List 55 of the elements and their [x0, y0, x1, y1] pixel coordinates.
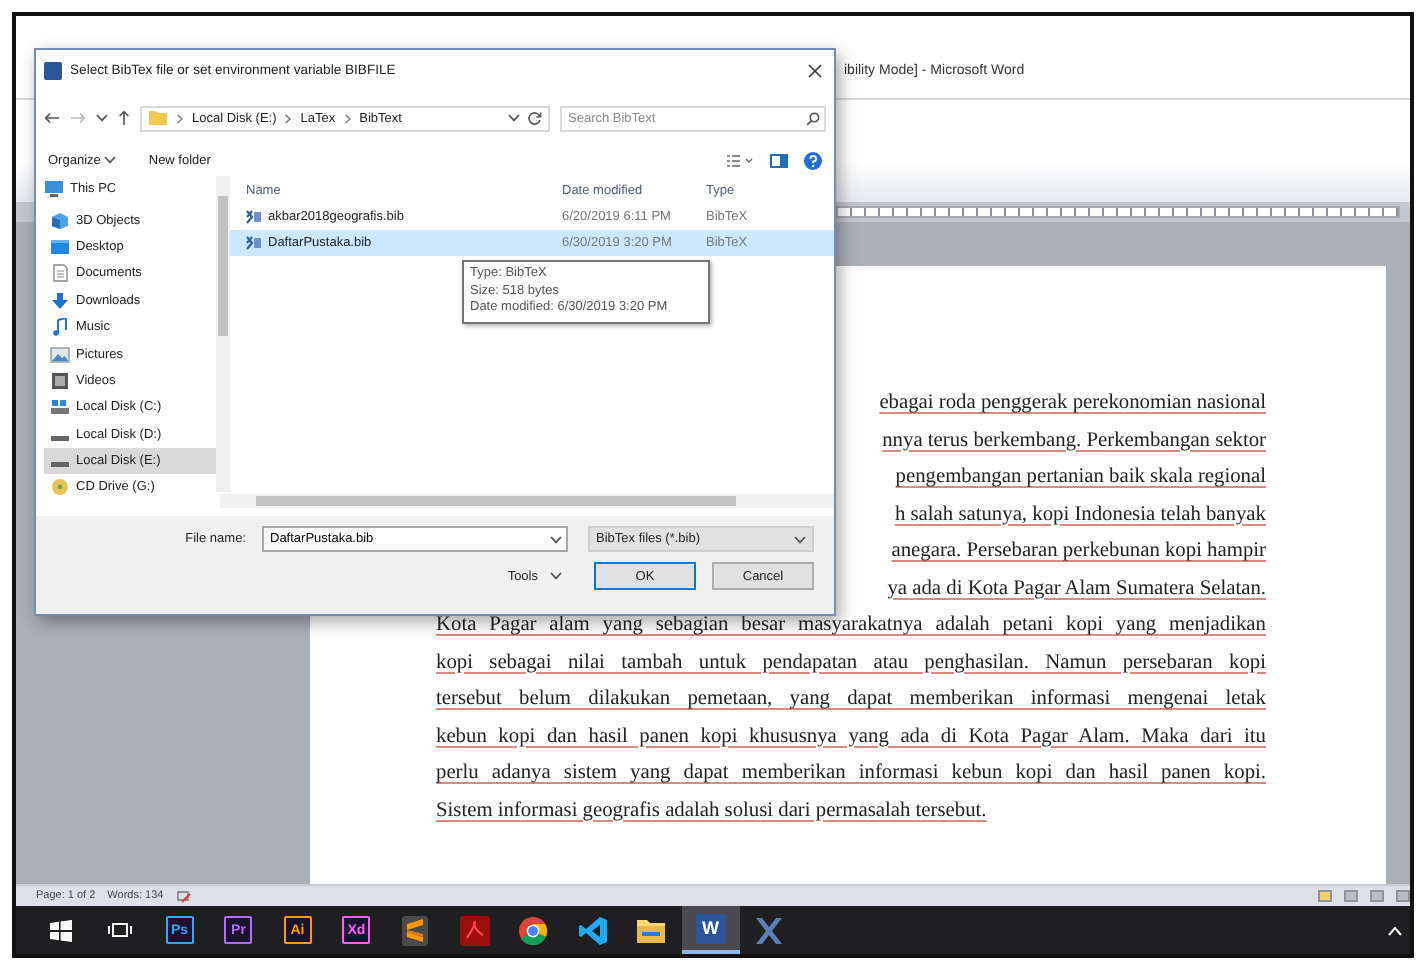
view-options-icon[interactable] — [726, 153, 754, 167]
chevron-up-icon[interactable] — [1388, 925, 1402, 935]
disc-icon — [50, 478, 70, 497]
file-icon — [246, 210, 262, 224]
close-icon[interactable] — [808, 64, 822, 78]
dropdown-icon — [508, 114, 520, 122]
caret-icon — [96, 114, 108, 122]
folder-icon — [636, 917, 667, 943]
text-line: ya ada di Kota Pagar Alam Sumatera Selatan. — [885, 575, 1266, 603]
x-shape-icon — [754, 915, 785, 945]
caret-icon — [104, 156, 117, 164]
windows-icon — [50, 919, 73, 941]
text-line: ebagai roda penggerak perekonomian nasional — [877, 390, 1266, 418]
folder-icon — [148, 110, 168, 126]
up-arrow-icon[interactable] — [118, 110, 130, 126]
text-line: tersebut belum dilakukan pemetaan, yang dapat memberikan informasi mengenai letak — [436, 686, 1266, 714]
chevron-icon — [343, 113, 352, 123]
dropdown-icon — [550, 536, 562, 544]
text-line: Sistem informasi geografis adalah solusi dari permasalah tersebut. — [436, 797, 989, 825]
text-line: Kota Pagar alam yang sebagian besar masyarakatnya adalah petani kopi yang menjadikan — [436, 612, 1266, 640]
preview-pane-icon[interactable] — [770, 153, 788, 167]
back-icon[interactable] — [44, 112, 60, 124]
cube-icon — [50, 211, 70, 230]
music-icon — [50, 318, 70, 337]
scrollbar[interactable] — [220, 494, 834, 508]
text-line: kopi sebagai nilai tambah untuk pendapatan atau penghasilan. Namun persebaran kopi — [436, 649, 1266, 677]
computer-icon — [44, 180, 64, 199]
document-icon — [50, 264, 70, 283]
file-icon — [246, 236, 262, 250]
code-editor-icon — [577, 915, 608, 945]
caret-icon — [794, 535, 806, 543]
taskbar-button[interactable]: W — [681, 906, 740, 954]
film-icon — [50, 371, 70, 390]
caret-icon — [550, 572, 562, 580]
download-icon — [50, 291, 70, 310]
refresh-icon[interactable] — [528, 111, 542, 125]
document-app-icon — [459, 915, 490, 945]
task-view-icon — [108, 920, 133, 940]
picture-icon — [50, 345, 70, 364]
text-line: anegara. Persebaran perkebunan kopi hampir — [889, 538, 1266, 566]
text-line: h salah satunya, kopi Indonesia telah banyak — [892, 501, 1266, 529]
help-icon[interactable] — [804, 151, 822, 169]
chevron-icon — [176, 113, 184, 123]
text-line: pengembangan pertanian baik skala regional — [893, 464, 1266, 492]
search-icon — [806, 111, 820, 125]
text-line: nnya terus berkembang. Perkembangan sektor — [880, 427, 1266, 455]
drive-icon — [50, 398, 70, 417]
text-line: kebun kopi dan hasil panen kopi khususnya yang ada di Kota Pagar Alam. Maka dari itu — [436, 723, 1266, 751]
text-line: perlu adanya sistem yang dapat memberikan informasi kebun kopi dan hasil panen kopi. — [436, 760, 1266, 788]
browser-icon — [518, 915, 549, 945]
proofing-icon — [175, 889, 192, 903]
chevron-icon — [284, 113, 293, 123]
scrollbar[interactable] — [216, 176, 230, 492]
desktop-icon — [50, 237, 70, 256]
ribbon-icon — [402, 915, 429, 945]
